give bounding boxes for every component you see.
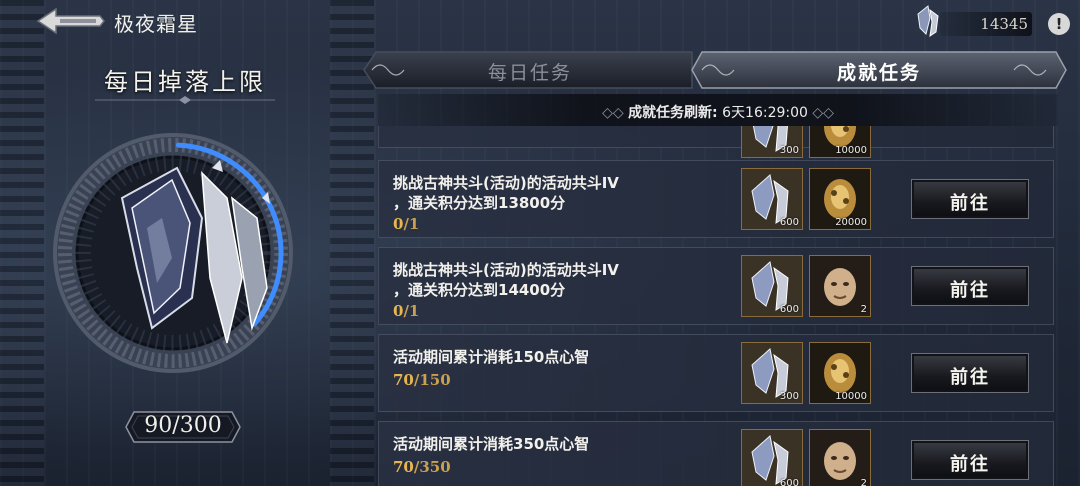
refresh-countdown: 6天16:29:00 [722,105,808,121]
go-button[interactable]: 前往 [911,266,1029,306]
go-button[interactable]: 前往 [911,179,1029,219]
tab-achievement-tasks-label: 成就任务 [836,62,921,84]
tab-daily-tasks[interactable]: 每日任务 [362,48,698,92]
task-row: 挑战古神共斗(活动)的活动共斗IV ，通关积分达到14400分 0/1 600 2 前往 [378,247,1054,325]
gold-relic-icon[interactable]: 10000 [809,342,871,404]
refresh-label: 成就任务刷新: [628,105,718,121]
task-list[interactable]: 0/1 300 10000 挑战古神共斗(活动)的活动共斗IV ，通关积分达到1380… [378,126,1058,486]
frost-crystal-icon[interactable]: 300 [741,342,803,404]
reward-quantity: 2 [860,478,867,486]
task-description: 活动期间累计消耗150点心智 [393,348,590,366]
go-button[interactable]: 前往 [911,440,1029,480]
task-progress-total: /1 [403,302,420,320]
gold-relic-icon[interactable]: 10000 [809,126,871,158]
reward-quantity: 10000 [835,391,867,402]
reward-quantity: 300 [779,391,799,402]
frost-crystal-art [120,160,270,344]
go-button-label: 前往 [950,280,990,301]
task-row: 活动期间累计消耗150点心智 70/150 300 10000 前往 [378,334,1054,412]
reward-quantity: 600 [779,478,799,486]
reward-quantity: 300 [779,145,799,156]
task-progress-current: 0 [393,215,404,233]
task-progress: 70/350 [393,458,451,476]
task-progress-current: 0 [393,302,404,320]
refresh-info: ◇◇ 成就任务刷新: 6天16:29:00 ◇◇ [378,102,1058,122]
title-ornament [95,96,275,104]
task-progress: 0/1 [393,302,419,320]
task-progress-current: 70 [393,371,414,389]
frost-crystal-icon[interactable]: 600 [741,429,803,486]
frost-crystal-icon[interactable]: 300 [741,126,803,158]
task-progress-total: /150 [413,371,451,389]
task-description: 挑战古神共斗(活动)的活动共斗IV ，通关积分达到14400分 [393,261,619,299]
page-title: 极夜霜星 [114,12,198,36]
diamond-ornament-icon: ◇◇ [602,105,629,121]
go-button-label: 前往 [950,193,990,214]
task-progress-total: /350 [413,458,451,476]
gold-relic-icon[interactable]: 20000 [809,168,871,230]
back-button[interactable] [34,6,106,36]
tab-daily-tasks-label: 每日任务 [487,62,572,84]
tab-achievement-tasks[interactable]: 成就任务 [690,48,1068,92]
task-progress-total: /1 [403,215,420,233]
reward-quantity: 600 [779,304,799,315]
frost-crystal-icon[interactable]: 600 [741,255,803,317]
daily-drop-limit-title: 每日掉落上限 [104,68,266,96]
task-progress-current: 70 [393,458,414,476]
task-tabs: 每日任务 成就任务 [362,48,1068,92]
go-button-label: 前往 [950,367,990,388]
task-progress: 70/150 [393,371,451,389]
task-progress: 0/1 [393,215,419,233]
task-description: 活动期间累计消耗350点心智 [393,435,590,453]
reward-quantity: 600 [779,217,799,228]
reward-quantity: 10000 [835,145,867,156]
reward-quantity: 2 [860,304,867,315]
face-mask-icon[interactable]: 2 [809,255,871,317]
task-description: 挑战古神共斗(活动)的活动共斗IV ，通关积分达到13800分 [393,174,619,212]
task-row: 挑战古神共斗(活动)的活动共斗IV ，通关积分达到13800分 0/1 600 200… [378,160,1054,238]
task-row: 0/130010000 [378,126,1054,158]
currency-value: 14345 [980,15,1028,33]
back-arrow-icon [36,7,105,35]
diamond-ornament-icon: ◇◇ [807,105,834,121]
task-row: 活动期间累计消耗350点心智 70/350 600 2 前往 [378,421,1054,486]
info-button[interactable]: ! [1048,13,1070,35]
reward-quantity: 20000 [835,217,867,228]
go-button-label: 前往 [950,454,990,475]
go-button[interactable]: 前往 [911,353,1029,393]
frost-crystal-icon[interactable]: 600 [741,168,803,230]
drop-counter-value: 90/300 [144,413,222,438]
face-mask-icon[interactable]: 2 [809,429,871,486]
